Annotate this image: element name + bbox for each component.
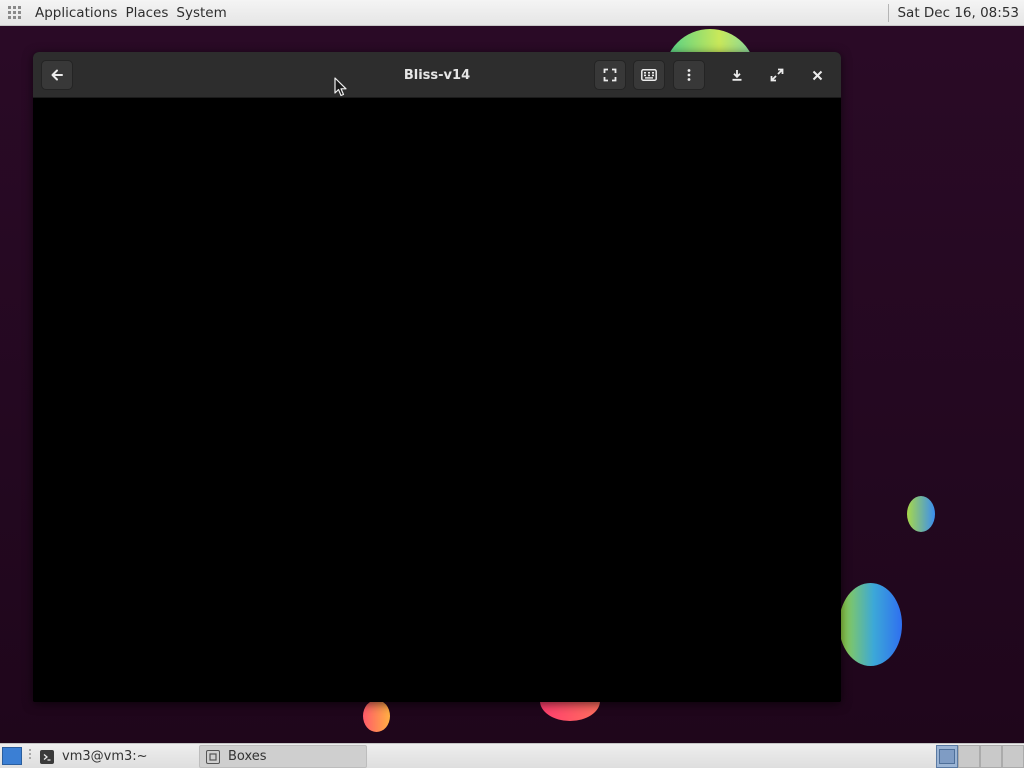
wallpaper-bubble — [907, 496, 935, 532]
fullscreen-button[interactable] — [594, 60, 626, 90]
top-panel: Applications Places System Sat Dec 16, 0… — [0, 0, 1024, 26]
workspace-switcher-3[interactable] — [980, 745, 1002, 768]
mouse-cursor-icon — [334, 77, 347, 97]
close-button[interactable] — [801, 60, 833, 90]
send-keys-button[interactable] — [633, 60, 665, 90]
workspace-switcher-2[interactable] — [958, 745, 980, 768]
taskbar-item-boxes[interactable]: Boxes — [199, 745, 367, 768]
bottom-panel: vm3@vm3:~ Boxes — [0, 743, 1024, 768]
arrow-left-icon — [51, 69, 63, 81]
menu-applications[interactable]: Applications — [31, 5, 121, 21]
wallpaper-bubble — [839, 583, 902, 666]
clock-applet[interactable]: Sat Dec 16, 08:53 — [888, 3, 1024, 22]
kebab-menu-icon — [687, 69, 691, 81]
maximize-button[interactable] — [761, 60, 793, 90]
back-button[interactable] — [41, 60, 73, 90]
window-title: Bliss-v14 — [403, 67, 471, 83]
boxes-window: Bliss-v14 — [33, 52, 841, 702]
maximize-icon — [770, 68, 784, 82]
vm-display[interactable] — [33, 98, 841, 702]
workspace-switcher-4[interactable] — [1002, 745, 1024, 768]
wallpaper-bubble — [363, 700, 390, 732]
close-icon — [812, 70, 822, 80]
download-icon — [732, 70, 742, 81]
show-desktop-button[interactable] — [2, 747, 22, 765]
panel-handle[interactable] — [27, 749, 33, 763]
options-menu-button[interactable] — [673, 60, 705, 90]
keyboard-icon — [641, 69, 657, 81]
download-button[interactable] — [721, 60, 753, 90]
apps-grid-icon[interactable] — [8, 5, 22, 20]
clock-text: Sat Dec 16, 08:53 — [897, 4, 1019, 21]
window-headerbar[interactable]: Bliss-v14 — [33, 52, 841, 98]
taskbar-item-label: Boxes — [228, 749, 267, 764]
panel-separator — [888, 3, 890, 22]
terminal-icon — [40, 749, 54, 764]
taskbar-item-terminal[interactable]: vm3@vm3:~ — [34, 745, 197, 768]
menu-places[interactable]: Places — [121, 5, 172, 21]
boxes-app-icon — [206, 749, 220, 764]
taskbar-item-label: vm3@vm3:~ — [62, 749, 148, 764]
workspace-switcher-1[interactable] — [936, 745, 958, 768]
menu-system[interactable]: System — [172, 5, 230, 21]
fullscreen-icon — [603, 68, 617, 82]
